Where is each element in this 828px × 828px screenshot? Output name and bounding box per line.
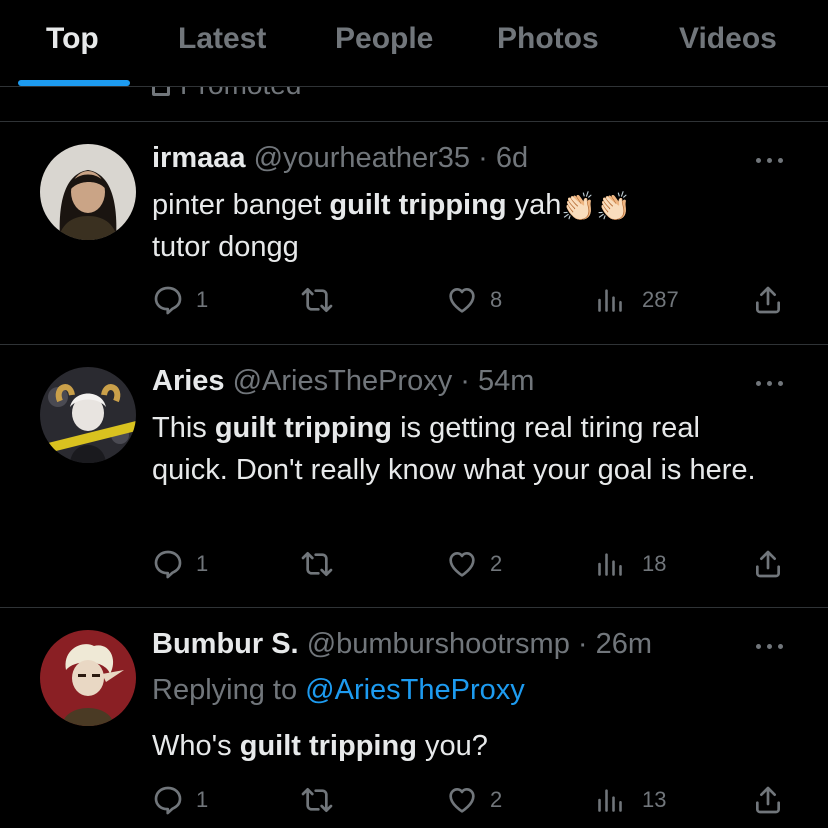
more-icon[interactable] [754,377,786,389]
handle[interactable]: @yourheather35 [254,142,470,174]
retweet-button[interactable] [300,780,346,820]
mention-link[interactable]: @AriesTheProxy [305,674,525,706]
tweet[interactable]: Aries @AriesTheProxy · 54m This guilt tr… [0,345,828,607]
promoted-label: Promoted [180,87,301,100]
heart-icon [449,552,475,577]
replying-to-line: Replying to @AriesTheProxy [152,674,525,706]
share-icon [756,286,780,314]
retweet-button[interactable] [300,280,346,320]
retweet-button[interactable] [300,544,346,584]
more-icon[interactable] [754,640,786,652]
tweet-actions: 1 8 287 [0,280,828,320]
reply-button[interactable]: 1 [152,280,208,320]
like-button[interactable]: 2 [446,544,502,584]
share-icon [756,550,780,578]
views-button[interactable]: 18 [596,544,666,584]
search-tabs: Top Latest People Photos Videos [0,0,828,86]
avatar[interactable] [40,367,136,463]
tab-latest[interactable]: Latest [178,22,266,56]
share-button[interactable] [752,280,784,320]
tweet-header: Bumbur S. @bumburshootrsmp · 26m [152,628,653,660]
views-button[interactable]: 13 [596,780,666,820]
promoted-strip: Promoted [0,87,828,121]
display-name[interactable]: irmaaa [152,142,246,174]
tweet[interactable]: Bumbur S. @bumburshootrsmp · 26m Replyin… [0,608,828,828]
views-icon [598,289,622,312]
retweet-icon [301,552,333,576]
heart-icon [449,288,475,313]
tab-photos[interactable]: Photos [497,22,599,56]
handle[interactable]: @AriesTheProxy [233,365,453,397]
tweet-header: irmaaa @yourheather35 · 6d [152,142,529,174]
views-button[interactable]: 287 [596,280,679,320]
display-name[interactable]: Aries [152,365,225,397]
reply-icon [154,286,182,315]
views-icon [598,789,622,812]
share-icon [756,786,780,814]
tab-videos[interactable]: Videos [679,22,777,56]
retweet-icon [301,788,333,812]
tweet-actions: 1 2 13 [0,780,828,820]
like-button[interactable]: 2 [446,780,502,820]
tweet-actions: 1 2 18 [0,544,828,584]
views-icon [598,553,622,576]
tweet[interactable]: irmaaa @yourheather35 · 6d pinter banget… [0,122,828,344]
reply-button[interactable]: 1 [152,780,208,820]
handle[interactable]: @bumburshootrsmp [307,628,570,660]
tab-top[interactable]: Top [46,22,99,56]
share-button[interactable] [752,780,784,820]
clapping-hands-emoji: 👏🏻👏🏻 [561,191,632,222]
promoted-icon [152,87,170,96]
reply-button[interactable]: 1 [152,544,208,584]
timestamp[interactable]: 26m [596,628,652,660]
heart-icon [449,788,475,813]
more-icon[interactable] [754,154,786,166]
tweet-text: Who's guilt tripping you? [152,730,488,762]
timestamp[interactable]: 6d [496,142,528,174]
avatar[interactable] [40,630,136,726]
tweet-text: pinter banget guilt tripping yah👏🏻👏🏻 tut… [152,189,632,263]
retweet-icon [301,288,333,312]
reply-icon [154,786,182,815]
avatar[interactable] [40,144,136,240]
timestamp[interactable]: 54m [478,365,534,397]
tweet-text: This guilt tripping is getting real tiri… [152,412,756,486]
tab-people[interactable]: People [335,22,433,56]
share-button[interactable] [752,544,784,584]
display-name[interactable]: Bumbur S. [152,628,299,660]
reply-icon [154,550,182,579]
like-button[interactable]: 8 [446,280,502,320]
tweet-header: Aries @AriesTheProxy · 54m [152,365,535,397]
